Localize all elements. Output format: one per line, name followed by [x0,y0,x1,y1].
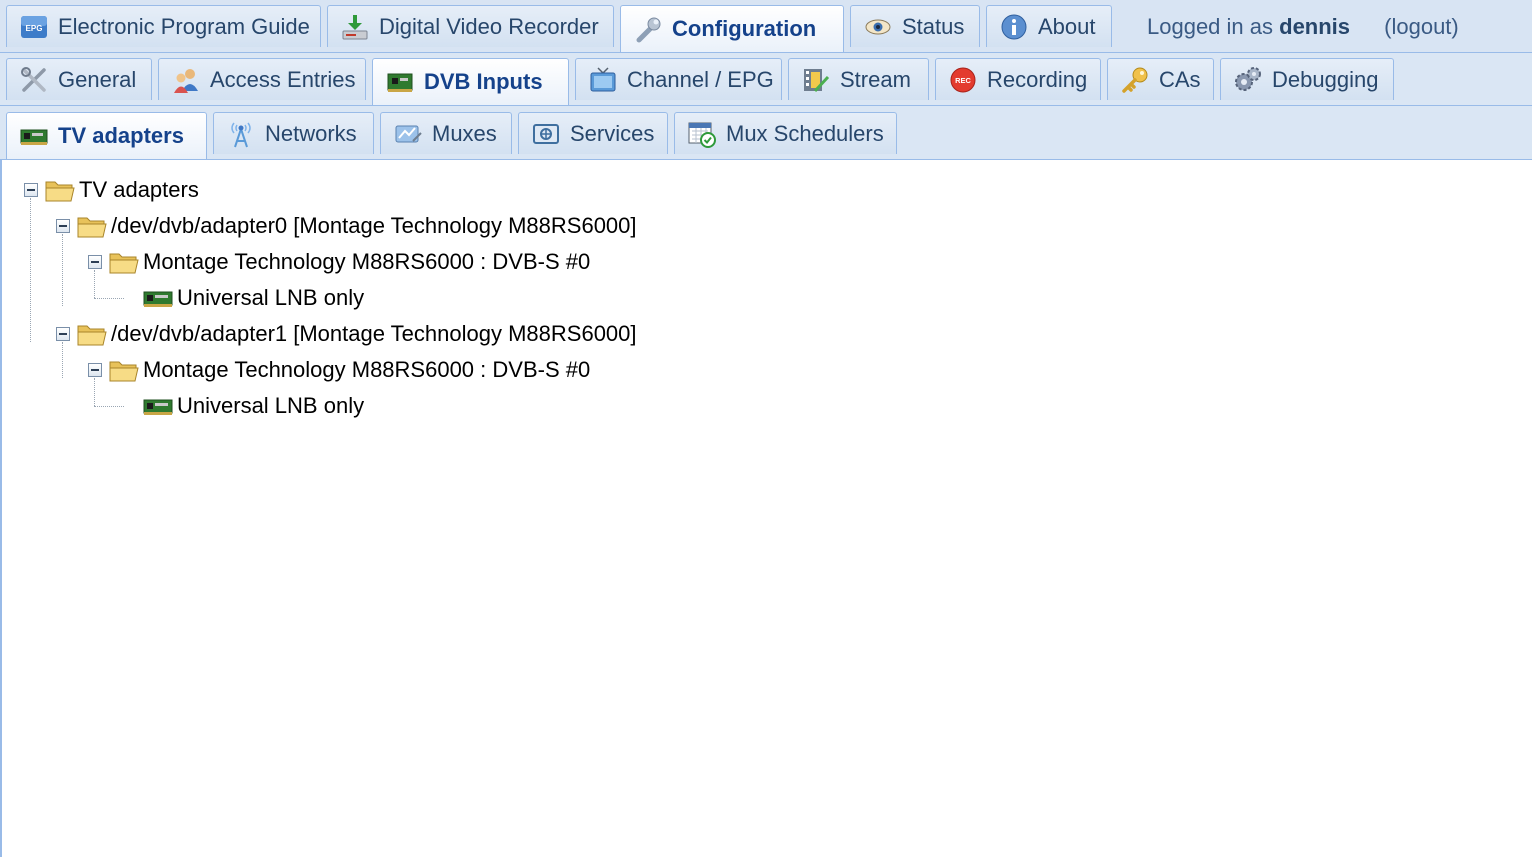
login-prefix: Logged in as [1147,14,1273,39]
collapse-toggle-icon[interactable] [24,183,38,197]
tab-label: Services [570,120,655,146]
tab-digital-video-recorder[interactable]: Digital Video Recorder [327,5,614,47]
tab-dvb-inputs[interactable]: DVB Inputs [372,58,569,105]
rec-icon: REC [948,65,978,95]
tab-label: Recording [987,66,1088,92]
tab-label: Status [902,13,965,39]
tab-status[interactable]: Status [850,5,980,47]
services-icon [531,119,561,149]
tree-node-lnb0[interactable]: Universal LNB only [142,280,364,316]
tab-tv-adapters[interactable]: TV adapters [6,112,207,159]
tab-label: Debugging [1272,66,1379,92]
tab-label: Muxes [432,120,497,146]
tab-label: CAs [1159,66,1201,92]
tab-label: DVB Inputs [424,69,543,94]
tree-node-lnb1[interactable]: Universal LNB only [142,388,364,424]
tab-label: Mux Schedulers [726,120,884,146]
tuner-card-icon [19,121,49,151]
tab-general[interactable]: General [6,58,152,100]
tvheadend-app: EPG Electronic Program Guide Digital Vid… [0,0,1532,857]
tree-node-label: /dev/dvb/adapter1 [Montage Technology M8… [111,321,637,346]
tuner-card-icon [142,284,174,312]
tab-label: Electronic Program Guide [58,13,310,39]
login-username: dennis [1279,14,1351,39]
tree-connector [94,298,124,299]
folder-open-icon [108,248,140,276]
tab-label: Configuration [672,16,817,41]
config-tab-strip: General Access Entries DVB Inputs Channe… [0,53,1532,106]
tuner-card-icon [142,392,174,420]
folder-open-icon [76,212,108,240]
mux-icon [393,119,423,149]
tree-node-label: /dev/dvb/adapter0 [Montage Technology M8… [111,213,637,238]
tab-label: Channel / EPG [627,66,774,92]
svg-text:REC: REC [955,76,971,85]
svg-text:EPG: EPG [26,24,43,33]
gears-icon [1233,65,1263,95]
tab-access-entries[interactable]: Access Entries [158,58,366,100]
tree-connector [94,406,124,407]
tree-node-label: TV adapters [79,177,199,202]
tab-mux-schedulers[interactable]: Mux Schedulers [674,112,897,154]
tab-recording[interactable]: REC Recording [935,58,1101,100]
eye-icon [863,12,893,42]
tuner-card-icon [385,67,415,97]
tab-configuration[interactable]: Configuration [620,5,844,52]
tree-node-label: Universal LNB only [177,285,365,310]
users-icon [171,65,201,95]
tab-label: Networks [265,120,357,146]
folder-open-icon [108,356,140,384]
tree-node-label: Montage Technology M88RS6000 : DVB-S #0 [143,357,591,382]
main-tab-strip: EPG Electronic Program Guide Digital Vid… [0,0,1532,53]
collapse-toggle-icon[interactable] [56,219,70,233]
tab-networks[interactable]: Networks [213,112,374,154]
info-icon [999,12,1029,42]
tree-node-frontend0[interactable]: Montage Technology M88RS6000 : DVB-S #0 [88,244,590,280]
tree-node-label: Montage Technology M88RS6000 : DVB-S #0 [143,249,591,274]
tree-node-adapter1[interactable]: /dev/dvb/adapter1 [Montage Technology M8… [56,316,637,352]
tree-connector [30,198,31,342]
tab-muxes[interactable]: Muxes [380,112,512,154]
tree-connector [62,234,63,306]
key-icon [1120,65,1150,95]
calendar-icon [687,119,717,149]
login-status: Logged in as dennis (logout) [1147,14,1459,40]
folder-open-icon [44,176,76,204]
tab-label: General [58,66,137,92]
tools-icon [19,65,49,95]
tab-label: Digital Video Recorder [379,13,599,39]
tv-icon [588,65,618,95]
tab-services[interactable]: Services [518,112,668,154]
tv-adapters-panel: TV adapters /dev/dvb/adapter0 [Montage T… [0,160,1532,857]
download-icon [340,12,370,42]
epg-icon: EPG [19,12,49,42]
tree-node-label: Universal LNB only [177,393,365,418]
collapse-toggle-icon[interactable] [88,255,102,269]
tab-label: Stream [840,66,911,92]
folder-open-icon [76,320,108,348]
tree-node-frontend1[interactable]: Montage Technology M88RS6000 : DVB-S #0 [88,352,590,388]
dvb-tab-strip: TV adapters Networks Muxes Services Mux … [0,106,1532,160]
tab-cas[interactable]: CAs [1107,58,1214,100]
wrench-icon [633,14,663,44]
tab-label: TV adapters [58,123,184,148]
collapse-toggle-icon[interactable] [88,363,102,377]
tree-node-adapter0[interactable]: /dev/dvb/adapter0 [Montage Technology M8… [56,208,637,244]
logout-link[interactable]: (logout) [1384,14,1459,39]
tab-label: About [1038,13,1096,39]
tree-node-root[interactable]: TV adapters [24,172,199,208]
collapse-toggle-icon[interactable] [56,327,70,341]
tab-electronic-program-guide[interactable]: EPG Electronic Program Guide [6,5,321,47]
tab-stream[interactable]: Stream [788,58,929,100]
tab-channel-epg[interactable]: Channel / EPG [575,58,782,100]
antenna-icon [226,119,256,149]
tab-debugging[interactable]: Debugging [1220,58,1394,100]
tab-about[interactable]: About [986,5,1112,47]
stream-icon [801,65,831,95]
tab-label: Access Entries [210,66,356,92]
